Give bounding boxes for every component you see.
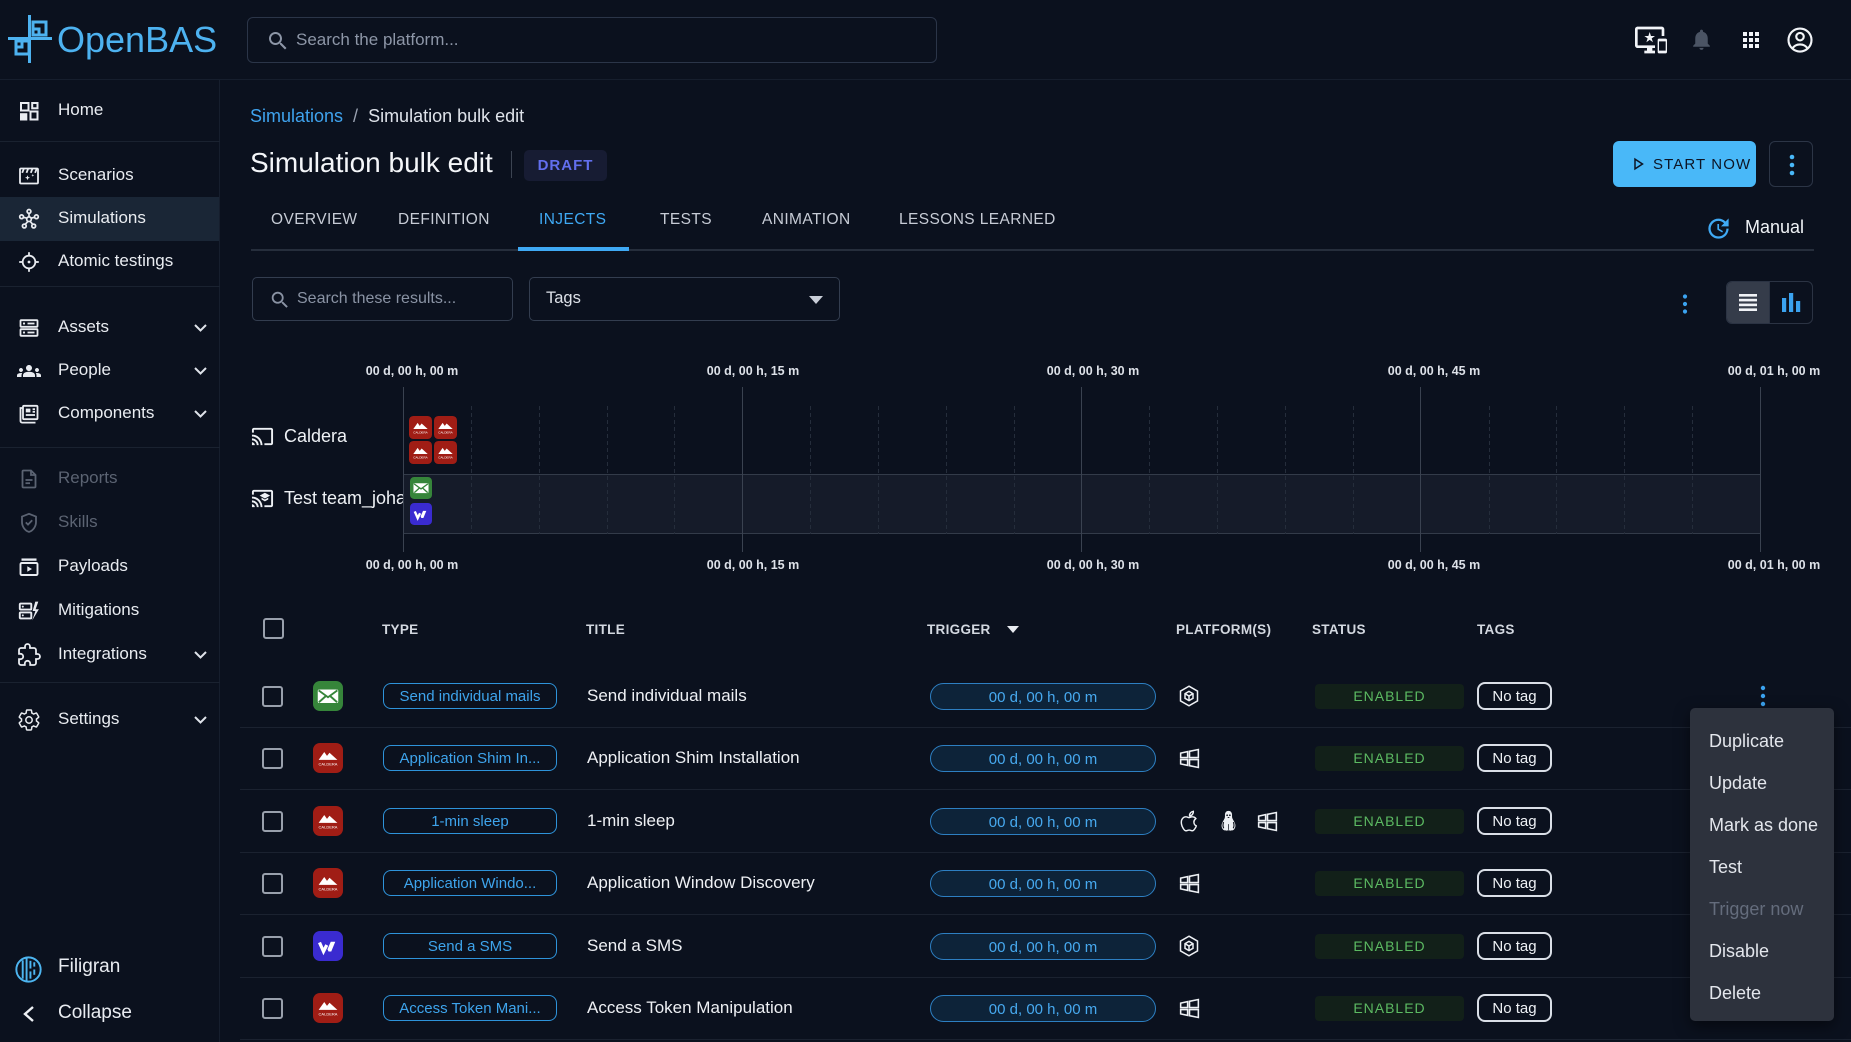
svg-text:CALDERA: CALDERA: [413, 430, 428, 434]
svg-text:CALDERA: CALDERA: [319, 825, 338, 830]
svg-text:CALDERA: CALDERA: [438, 430, 453, 434]
svg-text:CALDERA: CALDERA: [438, 455, 453, 459]
svg-text:CALDERA: CALDERA: [319, 762, 338, 767]
svg-text:CALDERA: CALDERA: [413, 455, 428, 459]
svg-text:CALDERA: CALDERA: [319, 1012, 338, 1017]
svg-text:CALDERA: CALDERA: [319, 887, 338, 892]
